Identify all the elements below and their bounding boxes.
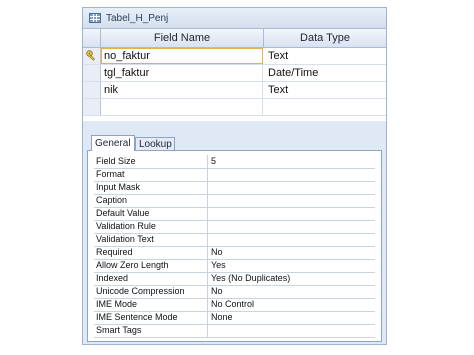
property-value[interactable]: None	[209, 311, 375, 324]
property-value[interactable]: No	[209, 246, 375, 259]
property-label: Default Value	[94, 207, 208, 220]
property-value[interactable]: No Control	[209, 298, 375, 311]
table-icon	[89, 13, 101, 23]
property-value[interactable]: Yes (No Duplicates)	[209, 272, 375, 285]
field-row[interactable]	[83, 99, 386, 116]
property-row[interactable]: IME Sentence Mode None	[94, 311, 375, 325]
property-row[interactable]: Smart Tags	[94, 324, 375, 338]
property-value[interactable]	[209, 233, 375, 246]
tab-lookup[interactable]: Lookup	[135, 137, 175, 151]
property-value[interactable]	[209, 194, 375, 207]
property-value[interactable]	[209, 181, 375, 194]
property-value[interactable]	[209, 324, 375, 337]
property-row[interactable]: Unicode Compression No	[94, 285, 375, 299]
field-row[interactable]: tgl_faktur Date/Time	[83, 65, 386, 82]
field-properties-panel: General Lookup Field Size 5 Format Input…	[87, 135, 382, 342]
field-row[interactable]: no_faktur Text	[83, 48, 386, 65]
field-grid: Field Name Data Type no_faktur Text tgl_…	[83, 29, 386, 121]
property-value[interactable]: No	[209, 285, 375, 298]
data-type-cell[interactable]: Date/Time	[264, 65, 386, 81]
field-name-header: Field Name	[101, 29, 264, 47]
property-row[interactable]: Default Value	[94, 207, 375, 221]
field-name-cell[interactable]	[101, 99, 263, 115]
field-name-cell[interactable]: nik	[101, 82, 263, 98]
property-label: Validation Text	[94, 233, 208, 246]
select-all-cell[interactable]	[83, 29, 101, 47]
property-row[interactable]: Required No	[94, 246, 375, 260]
data-type-cell[interactable]: Text	[264, 82, 386, 98]
property-value[interactable]: 5	[209, 155, 375, 168]
row-selector[interactable]	[83, 48, 101, 64]
property-label: Unicode Compression	[94, 285, 208, 298]
property-value[interactable]	[209, 207, 375, 220]
tab-general[interactable]: General	[91, 135, 135, 151]
property-value[interactable]: Yes	[209, 259, 375, 272]
property-label: Field Size	[94, 155, 208, 168]
properties-body: Field Size 5 Format Input Mask Caption D…	[87, 150, 382, 342]
window-tab[interactable]: Tabel_H_Penj	[83, 8, 386, 29]
row-selector[interactable]	[83, 99, 101, 115]
property-row[interactable]: Allow Zero Length Yes	[94, 259, 375, 273]
row-selector[interactable]	[83, 65, 101, 81]
property-label: IME Mode	[94, 298, 208, 311]
property-label: Smart Tags	[94, 324, 208, 337]
property-row[interactable]: Format	[94, 168, 375, 182]
data-type-cell[interactable]	[264, 99, 386, 115]
property-row[interactable]: Validation Text	[94, 233, 375, 247]
data-type-header: Data Type	[300, 32, 350, 44]
property-label: Allow Zero Length	[94, 259, 208, 272]
property-label: Format	[94, 168, 208, 181]
property-value[interactable]	[209, 220, 375, 233]
property-row[interactable]: Caption	[94, 194, 375, 208]
property-label: Caption	[94, 194, 208, 207]
property-row[interactable]: Validation Rule	[94, 220, 375, 234]
property-value[interactable]	[209, 168, 375, 181]
field-name-cell[interactable]: tgl_faktur	[101, 65, 263, 81]
window-title: Tabel_H_Penj	[106, 12, 169, 24]
property-label: Required	[94, 246, 208, 259]
property-row[interactable]: Field Size 5	[94, 155, 375, 169]
property-row[interactable]: Input Mask	[94, 181, 375, 195]
property-label: IME Sentence Mode	[94, 311, 208, 324]
table-design-window: Tabel_H_Penj Field Name Data Type no_fak…	[82, 7, 387, 345]
row-selector[interactable]	[83, 82, 101, 98]
property-label: Validation Rule	[94, 220, 208, 233]
field-row[interactable]: nik Text	[83, 82, 386, 99]
property-row[interactable]: Indexed Yes (No Duplicates)	[94, 272, 375, 286]
primary-key-icon	[86, 50, 95, 61]
field-name-cell[interactable]: no_faktur	[101, 48, 263, 64]
property-label: Indexed	[94, 272, 208, 285]
grid-header: Field Name Data Type	[83, 29, 386, 48]
property-label: Input Mask	[94, 181, 208, 194]
property-row[interactable]: IME Mode No Control	[94, 298, 375, 312]
data-type-cell[interactable]: Text	[264, 48, 386, 64]
